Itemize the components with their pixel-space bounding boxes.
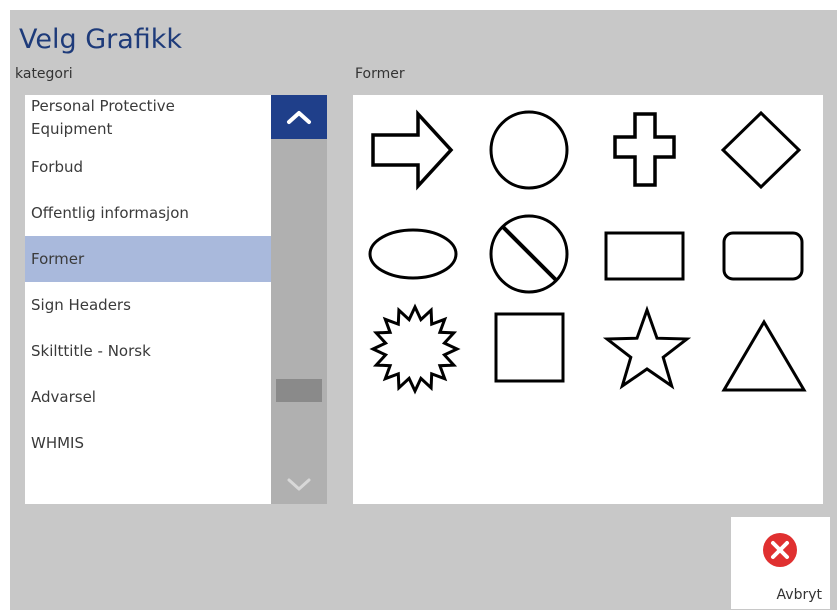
starburst-icon <box>369 303 461 395</box>
category-item-offentlig-informasjon[interactable]: Offentlig informasjon <box>25 190 271 236</box>
shape-rectangle[interactable] <box>595 203 695 303</box>
star-icon <box>602 305 692 390</box>
shape-cross[interactable] <box>595 100 695 200</box>
category-item-label: Skilttitle - Norsk <box>31 341 151 360</box>
circle-icon <box>489 110 569 190</box>
category-item-personal-protective-equipment[interactable]: Personal Protective Equipment <box>25 95 271 139</box>
prohibition-icon <box>489 214 569 294</box>
category-label: kategori <box>15 66 73 82</box>
close-circle-icon <box>763 533 797 567</box>
shapes-label: Former <box>355 66 405 82</box>
cross-icon <box>613 112 676 187</box>
select-graphic-dialog: Velg Grafikk kategori Former Personal Pr… <box>10 10 837 610</box>
category-item-label: Sign Headers <box>31 295 131 314</box>
dialog-title: Velg Grafikk <box>19 24 183 55</box>
category-item-label: Advarsel <box>31 387 96 406</box>
category-scrollbar[interactable] <box>271 95 327 504</box>
category-item-forbud[interactable]: Forbud <box>25 144 271 190</box>
shape-rounded-rectangle[interactable] <box>711 203 811 303</box>
rectangle-icon <box>604 231 685 281</box>
shape-triangle[interactable] <box>711 297 811 397</box>
shape-star[interactable] <box>595 297 695 397</box>
shape-prohibition[interactable] <box>479 203 579 303</box>
rounded-rectangle-icon <box>722 231 804 281</box>
category-item-label: Personal Protective Equipment <box>31 97 175 138</box>
shape-diamond[interactable] <box>711 100 811 200</box>
scroll-up-button[interactable] <box>271 95 327 139</box>
shape-ellipse[interactable] <box>363 203 463 303</box>
category-item-label: Forbud <box>31 157 83 176</box>
chevron-down-icon <box>287 478 311 491</box>
chevron-up-icon <box>287 111 311 124</box>
square-icon <box>494 312 565 383</box>
category-item-skilttitle-norsk[interactable]: Skilttitle - Norsk <box>25 328 271 374</box>
category-list: Personal Protective Equipment Forbud Off… <box>25 95 271 504</box>
shape-circle[interactable] <box>479 100 579 200</box>
ellipse-icon <box>368 228 458 280</box>
category-item-sign-headers[interactable]: Sign Headers <box>25 282 271 328</box>
category-item-advarsel[interactable]: Advarsel <box>25 374 271 420</box>
shape-arrow-right[interactable] <box>363 100 463 200</box>
category-item-former[interactable]: Former <box>25 236 271 282</box>
category-item-label: Former <box>31 249 85 268</box>
category-item-whmis[interactable]: WHMIS <box>25 420 271 466</box>
category-item-label: WHMIS <box>31 433 84 452</box>
arrow-right-icon <box>371 109 454 191</box>
shape-square[interactable] <box>479 297 579 397</box>
triangle-icon <box>721 319 807 392</box>
scroll-thumb[interactable] <box>276 379 322 402</box>
shape-grid <box>353 95 823 504</box>
category-item-label: Offentlig informasjon <box>31 203 189 222</box>
cancel-label: Avbryt <box>776 587 822 603</box>
cancel-button[interactable]: Avbryt <box>731 517 830 609</box>
diamond-icon <box>720 110 802 190</box>
shape-starburst[interactable] <box>363 297 463 397</box>
scroll-down-button[interactable] <box>271 464 327 504</box>
